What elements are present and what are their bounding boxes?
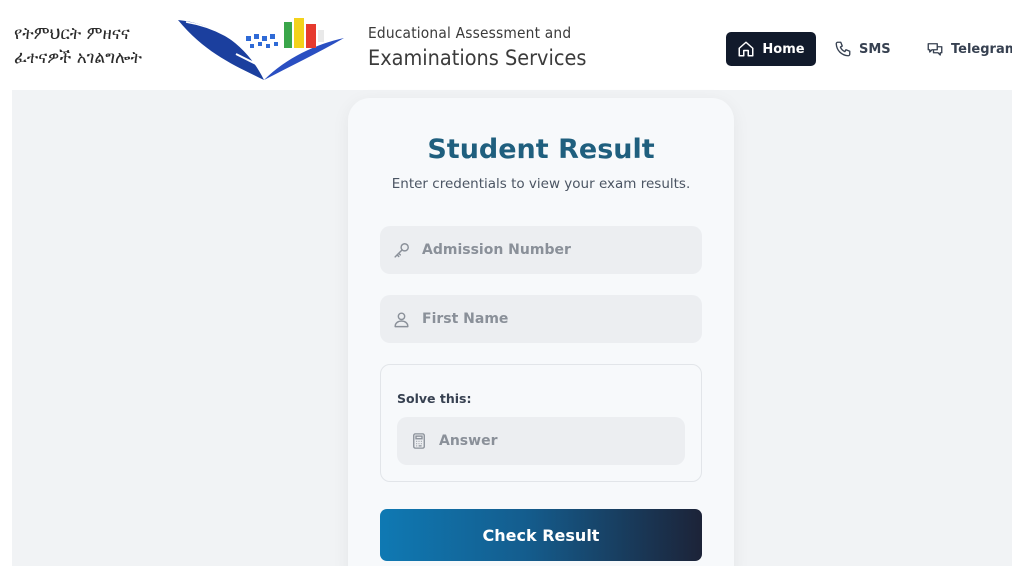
home-icon bbox=[738, 41, 754, 57]
agency-name-line-2: Examinations Services bbox=[368, 46, 587, 70]
admission-number-field[interactable] bbox=[380, 226, 702, 274]
nav-home-label: Home bbox=[762, 41, 805, 57]
page-frame: የትምህርት ምዘናና ፈተናዎች አገልግሎት Educational Ass… bbox=[12, 10, 1012, 566]
answer-field[interactable] bbox=[397, 417, 685, 465]
student-result-card: Student Result Enter credentials to view… bbox=[348, 98, 734, 566]
amharic-agency-name: የትምህርት ምዘናና ፈተናዎች አገልግሎት bbox=[14, 22, 164, 70]
amharic-line-1: የትምህርት ምዘናና bbox=[14, 24, 130, 44]
captcha-box: Solve this: bbox=[380, 364, 702, 482]
key-icon bbox=[394, 242, 409, 258]
check-result-button[interactable]: Check Result bbox=[380, 509, 702, 561]
nav-telegram-label: Telegram bbox=[951, 41, 1012, 57]
page-subtitle: Enter credentials to view your exam resu… bbox=[391, 176, 691, 192]
agency-name-line-1: Educational Assessment and bbox=[368, 24, 572, 42]
user-icon bbox=[394, 311, 409, 327]
phone-icon bbox=[835, 41, 851, 57]
chat-bubbles-icon bbox=[927, 43, 943, 56]
first-name-input[interactable] bbox=[420, 310, 684, 328]
nav-home-button[interactable]: Home bbox=[726, 32, 816, 66]
nav-telegram-link[interactable]: Telegram bbox=[926, 32, 1012, 66]
first-name-field[interactable] bbox=[380, 295, 702, 343]
amharic-line-2: ፈተናዎች አገልግሎት bbox=[14, 48, 142, 68]
agency-logo bbox=[178, 18, 344, 80]
nav-sms-link[interactable]: SMS bbox=[834, 32, 891, 66]
admission-number-input[interactable] bbox=[420, 241, 684, 259]
calculator-icon bbox=[413, 433, 425, 449]
answer-input[interactable] bbox=[437, 432, 661, 450]
agency-name-english: Educational Assessment and Examinations … bbox=[368, 24, 605, 70]
page-title: Student Result bbox=[427, 134, 655, 165]
captcha-label: Solve this: bbox=[397, 391, 472, 406]
nav-sms-label: SMS bbox=[859, 41, 891, 57]
site-header: የትምህርት ምዘናና ፈተናዎች አገልግሎት Educational Ass… bbox=[12, 10, 1012, 90]
